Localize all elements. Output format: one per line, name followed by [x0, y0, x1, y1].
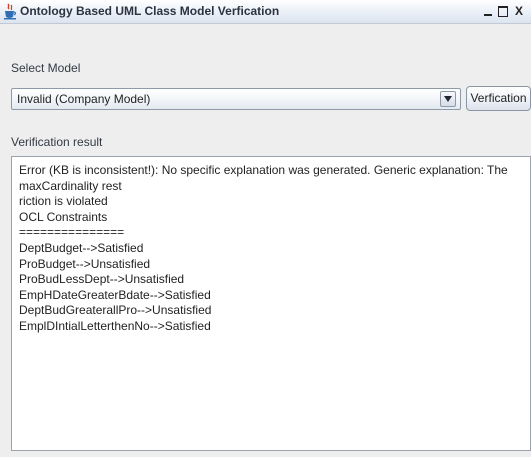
title-bar[interactable]: Ontology Based UML Class Model Verficati…	[0, 0, 531, 24]
chevron-down-icon	[444, 96, 452, 102]
verification-result-text: Error (KB is inconsistent!): No specific…	[19, 163, 508, 333]
dropdown-arrow-button[interactable]	[440, 91, 456, 107]
verification-result-textarea[interactable]: Error (KB is inconsistent!): No specific…	[11, 156, 531, 451]
window-controls: X	[479, 3, 531, 20]
maximize-icon	[498, 6, 508, 17]
close-button[interactable]: X	[512, 3, 526, 19]
minimize-button[interactable]	[481, 3, 495, 19]
window-title: Ontology Based UML Class Model Verficati…	[20, 4, 280, 18]
java-cup-icon	[3, 3, 17, 20]
select-model-label: Select Model	[11, 61, 81, 75]
minimize-icon	[484, 14, 492, 16]
app-window: Ontology Based UML Class Model Verficati…	[0, 0, 531, 457]
verification-button[interactable]: Verfication	[466, 86, 531, 111]
model-select-value: Invalid (Company Model)	[17, 92, 151, 106]
maximize-button[interactable]	[496, 3, 510, 19]
model-select-dropdown[interactable]: Invalid (Company Model)	[11, 88, 461, 110]
verification-result-label: Verification result	[11, 135, 103, 149]
